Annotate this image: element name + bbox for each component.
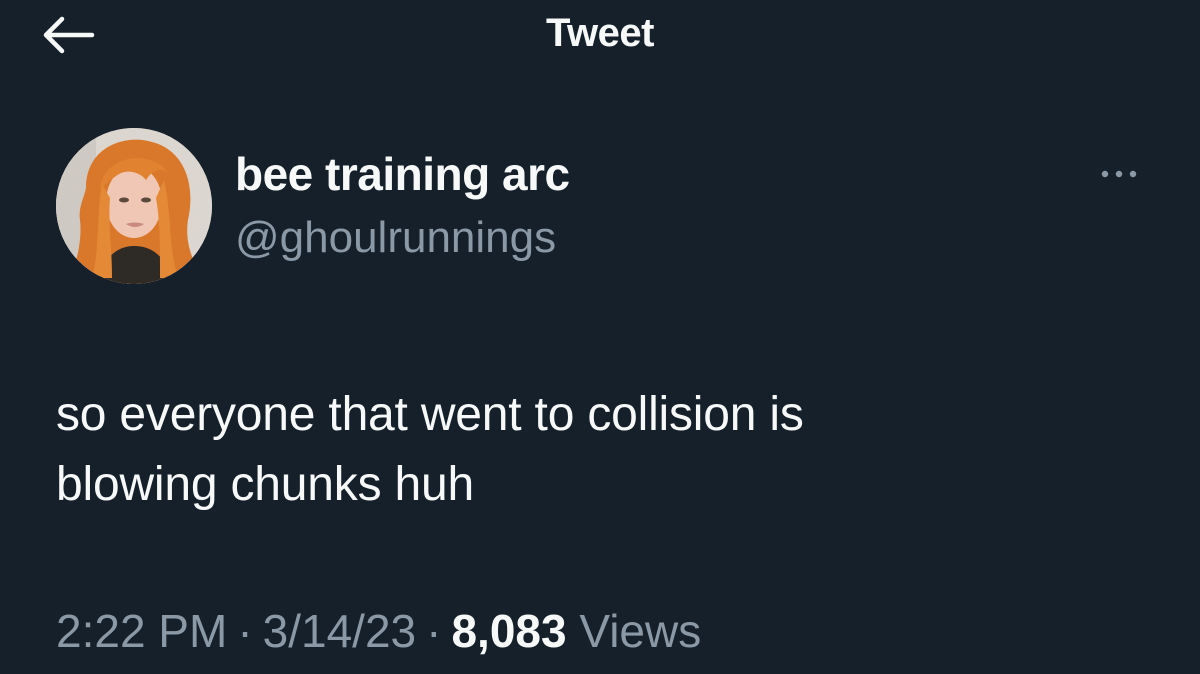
views-count[interactable]: 8,083 [451, 605, 566, 657]
author-display-name[interactable]: bee training arc [235, 147, 570, 201]
tweet-meta: 2:22 PM · 3/14/23 · 8,083 Views [56, 603, 701, 659]
ellipsis-icon [1101, 170, 1137, 178]
more-options-button[interactable] [1092, 160, 1146, 188]
tweet-date[interactable]: 3/14/23 [263, 605, 416, 657]
tweet-time[interactable]: 2:22 PM [56, 605, 227, 657]
avatar[interactable] [56, 128, 212, 284]
profile-photo [56, 128, 212, 284]
meta-separator: · [426, 605, 442, 657]
page-title: Tweet [546, 11, 654, 55]
tweet-text-line: blowing chunks huh [56, 458, 475, 511]
top-bar: Tweet [0, 0, 1200, 70]
tweet-text: so everyone that went to collision is bl… [56, 380, 1156, 520]
tweet-text-line: so everyone that went to collision is [56, 388, 804, 441]
author-handle[interactable]: @ghoulrunnings [235, 212, 556, 264]
meta-separator: · [237, 605, 253, 657]
views-label[interactable]: Views [579, 605, 701, 657]
